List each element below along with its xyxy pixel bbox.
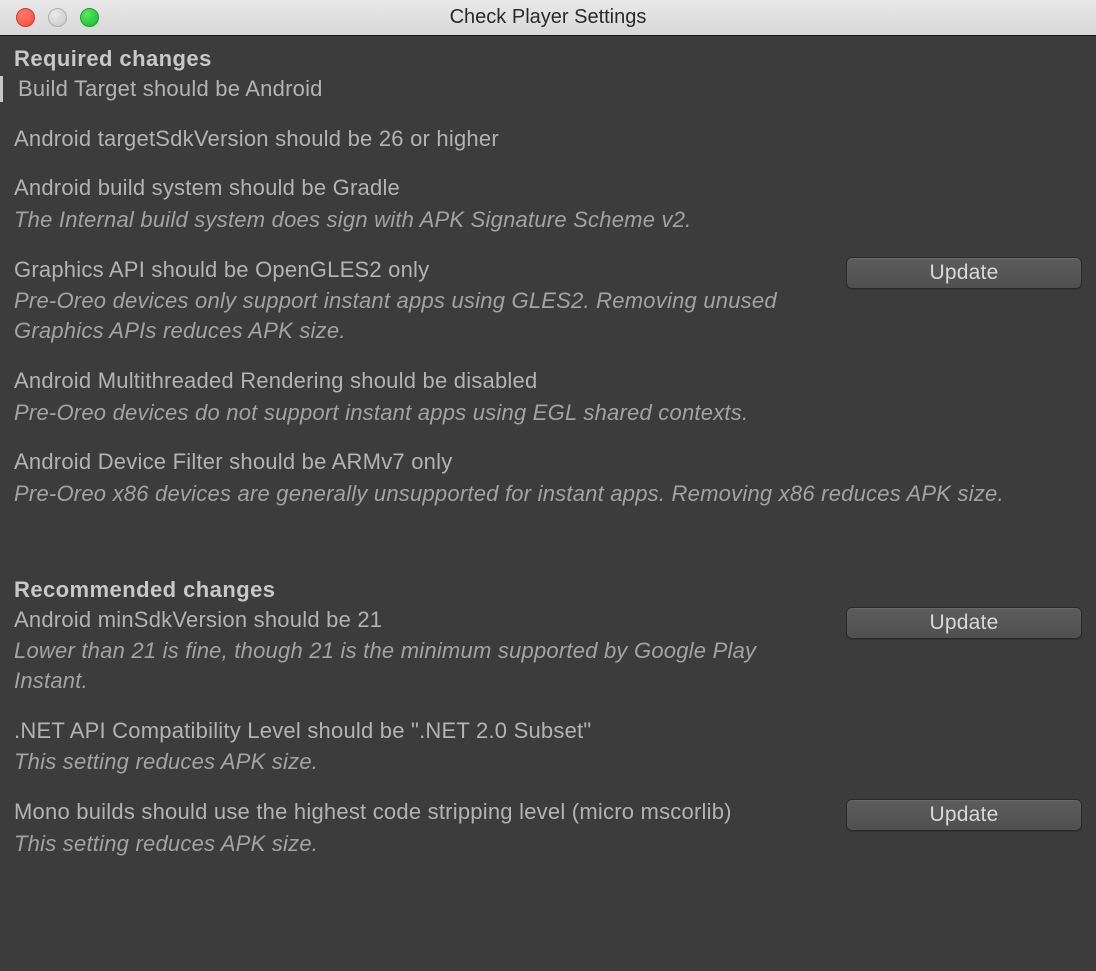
setting-description: Pre-Oreo devices do not support instant …: [14, 398, 1082, 428]
traffic-lights: [0, 8, 99, 27]
setting-title: Mono builds should use the highest code …: [14, 797, 828, 827]
section-required-title: Required changes: [14, 46, 1082, 72]
setting-item: Android targetSdkVersion should be 26 or…: [14, 124, 1082, 154]
setting-title: Android targetSdkVersion should be 26 or…: [14, 124, 1082, 154]
minimize-icon[interactable]: [48, 8, 67, 27]
setting-description: Lower than 21 is fine, though 21 is the …: [14, 636, 828, 695]
setting-item: Graphics API should be OpenGLES2 only Pr…: [14, 255, 1082, 346]
setting-description: This setting reduces APK size.: [14, 747, 1082, 777]
setting-title: Android Device Filter should be ARMv7 on…: [14, 447, 1082, 477]
setting-title: Build Target should be Android: [14, 74, 1082, 104]
close-icon[interactable]: [16, 8, 35, 27]
setting-description: Pre-Oreo devices only support instant ap…: [14, 286, 828, 345]
titlebar: Check Player Settings: [0, 0, 1096, 36]
setting-description: This setting reduces APK size.: [14, 829, 828, 859]
setting-item: Build Target should be Android: [14, 74, 1082, 104]
setting-item: Android minSdkVersion should be 21 Lower…: [14, 605, 1082, 696]
zoom-icon[interactable]: [80, 8, 99, 27]
setting-item: .NET API Compatibility Level should be "…: [14, 716, 1082, 777]
setting-item: Mono builds should use the highest code …: [14, 797, 1082, 858]
setting-description: The Internal build system does sign with…: [14, 205, 1082, 235]
setting-item: Android Device Filter should be ARMv7 on…: [14, 447, 1082, 508]
setting-title: .NET API Compatibility Level should be "…: [14, 716, 1082, 746]
setting-title: Android Multithreaded Rendering should b…: [14, 366, 1082, 396]
content: Required changes Build Target should be …: [0, 36, 1096, 876]
setting-item: Android Multithreaded Rendering should b…: [14, 366, 1082, 427]
update-button[interactable]: Update: [846, 607, 1082, 639]
update-button[interactable]: Update: [846, 257, 1082, 289]
section-recommended-title: Recommended changes: [14, 577, 1082, 603]
setting-title: Graphics API should be OpenGLES2 only: [14, 255, 828, 285]
setting-item: Android build system should be Gradle Th…: [14, 173, 1082, 234]
update-button[interactable]: Update: [846, 799, 1082, 831]
window-title: Check Player Settings: [0, 6, 1096, 29]
setting-title: Android build system should be Gradle: [14, 173, 1082, 203]
setting-title: Android minSdkVersion should be 21: [14, 605, 828, 635]
setting-description: Pre-Oreo x86 devices are generally unsup…: [14, 479, 1082, 509]
